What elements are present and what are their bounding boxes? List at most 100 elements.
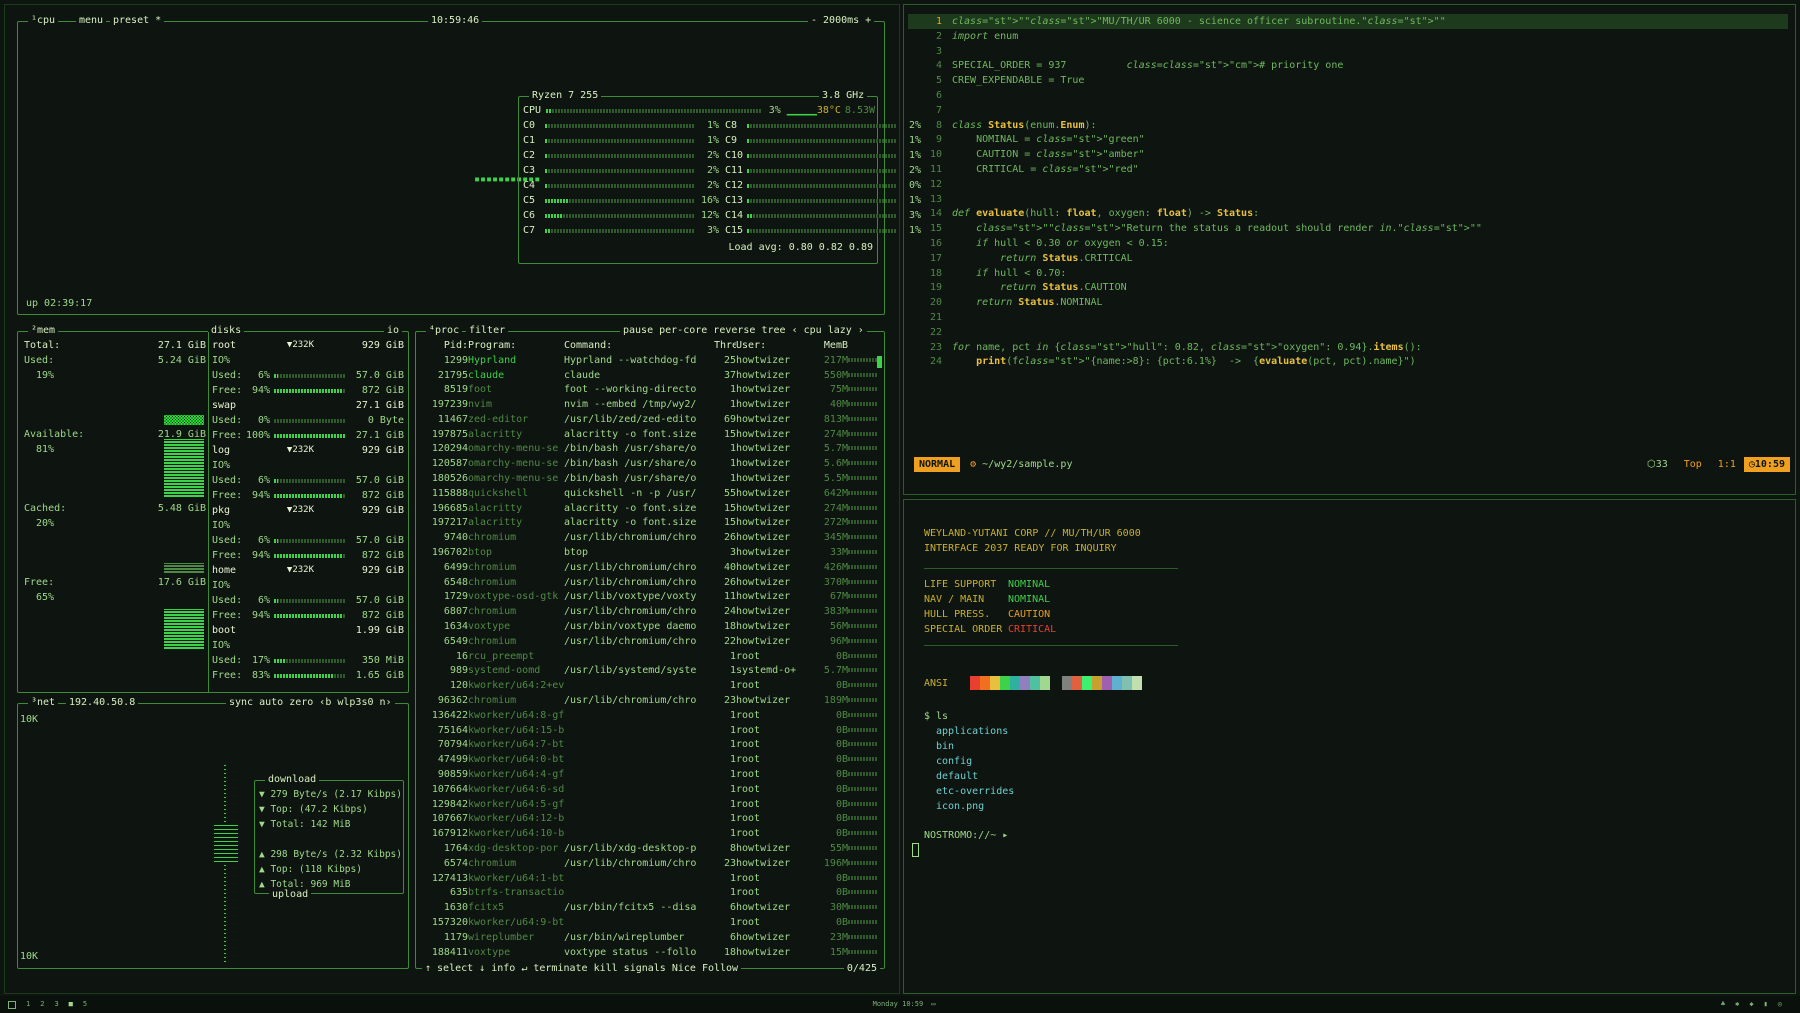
preset-button[interactable]: preset * [110, 14, 165, 28]
code-line[interactable]: 9 NOMINAL = class="st">"green" [908, 132, 1788, 147]
code-line[interactable]: 1 class="st">""class="st">"MU/TH/UR 6000 … [908, 14, 1788, 29]
proc-row[interactable]: 127413kworker/u64:1-bt1root0B0.0 [418, 871, 880, 886]
code-line[interactable]: 17 return Status.CRITICAL [908, 251, 1788, 266]
interval-control[interactable]: - 2000ms + [808, 14, 875, 28]
code-line[interactable]: 20 return Status.NOMINAL [908, 295, 1788, 310]
proc-row[interactable]: 115888 quickshell quickshell -n -p /usr/55… [418, 486, 880, 501]
code-line[interactable]: 2 import enum [908, 29, 1788, 44]
proc-row[interactable]: 75164kworker/u64:15-b1root0B0.0 [418, 723, 880, 738]
workspace-button[interactable]: ■ [69, 997, 73, 1012]
proc-row[interactable]: 120587 omarchy-menu-se/bin/bash /usr/shar… [418, 456, 880, 471]
disk-header[interactable]: boot 1.99 GiB [212, 623, 404, 638]
code-editor[interactable]: 1 class="st">""class="st">"MU/TH/UR 6000 … [908, 14, 1788, 369]
proc-row[interactable]: 6499 chromium/usr/lib/chromium/chro 40 howt… [418, 560, 880, 575]
workspace-button[interactable]: 3 [54, 997, 58, 1012]
proc-row[interactable]: 196685 alacritty alacritty -o font.size 15 h… [418, 501, 880, 516]
code-line[interactable]: 24 print(fclass="st">"{name:>8}: {pct:6.… [908, 354, 1788, 369]
proc-col-header[interactable]: User: [736, 338, 808, 353]
screen-icon[interactable]: ▭ [931, 997, 935, 1012]
code-line[interactable]: 14 def evaluate(hull: float, oxygen: floa… [908, 206, 1788, 221]
disk-header[interactable]: swap 27.1 GiB [212, 398, 404, 413]
proc-scrollbar[interactable] [877, 356, 882, 368]
proc-options[interactable]: pause per-core reverse tree ‹ cpu lazy › [620, 324, 867, 338]
proc-row[interactable]: 47499kworker/u64:0-bt1root0B0.0 [418, 752, 880, 767]
proc-row[interactable]: 70794kworker/u64:7-bt1root0B0.0 [418, 738, 880, 753]
code-line[interactable]: 18 if hull < 0.70: [908, 266, 1788, 281]
proc-row[interactable]: 1299 Hyprland Hyprland --watchdog-fd 25 howt… [418, 353, 880, 368]
code-line[interactable]: 21 [908, 310, 1788, 325]
proc-tab[interactable]: ⁴proc [426, 324, 463, 338]
code-line[interactable]: 6 [908, 88, 1788, 103]
proc-row[interactable]: 635btrfs-transactio1root0B0.0 [418, 885, 880, 900]
code-line[interactable]: 13 [908, 192, 1788, 207]
proc-row[interactable]: 136422kworker/u64:8-gf1root0B0.0 [418, 708, 880, 723]
proc-col-header[interactable]: MemB [808, 338, 848, 353]
code-line[interactable]: 5 CREW_EXPENDABLE = True [908, 73, 1788, 88]
terminal-pane[interactable]: WEYLAND-YUTANI CORP // MU/TH/UR 6000 INT… [903, 499, 1796, 994]
code-line[interactable]: 23 for name, pct in {class="st">"hull": 0… [908, 340, 1788, 355]
code-line[interactable]: 3 [908, 44, 1788, 59]
tray-icons[interactable]: ♣✱◆▮◎ [1721, 997, 1792, 1012]
disk-header[interactable]: root ▼232K 929 GiB [212, 338, 404, 353]
proc-row[interactable]: 120294 omarchy-menu-se/bin/bash /usr/shar… [418, 442, 880, 457]
disk-header[interactable]: pkg ▼232K 929 GiB [212, 503, 404, 518]
filter-button[interactable]: filter [466, 324, 509, 338]
proc-row[interactable]: 11467 zed-editor/usr/lib/zed/zed-edito 69 h… [418, 412, 880, 427]
proc-row[interactable]: 196702btopbtop3howtwizer33M0.0 [418, 545, 880, 560]
proc-row[interactable]: 157320kworker/u64:9-bt1root0B0.0 [418, 915, 880, 930]
net-options[interactable]: sync auto zero ‹b wlp3s0 n› [226, 696, 395, 710]
proc-row[interactable]: 989 systemd-oomd/usr/lib/systemd/syste 1 sy… [418, 664, 880, 679]
proc-row[interactable]: 6548 chromium/usr/lib/chromium/chro 26 howt… [418, 575, 880, 590]
cpu-tab[interactable]: ¹cpu [28, 14, 59, 28]
mem-tab[interactable]: ²mem [28, 324, 59, 338]
disk-header[interactable]: home ▼232K 929 GiB [212, 563, 404, 578]
workspace-button[interactable]: 5 [83, 997, 87, 1012]
proc-col-header[interactable]: Program: [468, 338, 564, 353]
proc-row[interactable]: 1634 voxtype/usr/bin/voxtype daemo 18 howtw… [418, 619, 880, 634]
proc-row[interactable]: 188411 voxtype voxtype status --follo 18 how… [418, 945, 880, 960]
proc-row[interactable]: 1630 fcitx5/usr/bin/fcitx5 --disa 6 howtwiz… [418, 900, 880, 915]
proc-col-header[interactable]: Threads: [714, 338, 736, 353]
proc-row[interactable]: 197217 alacritty alacritty -o font.size 15 h… [418, 516, 880, 531]
proc-row[interactable]: 180526 omarchy-menu-se/bin/bash /usr/shar… [418, 471, 880, 486]
proc-row[interactable]: 129842kworker/u64:5-gf1root0B0.0 [418, 797, 880, 812]
menu-button[interactable]: menu [76, 14, 107, 28]
proc-row[interactable]: 107667kworker/u64:12-b1root0B0.0 [418, 812, 880, 827]
proc-row[interactable]: 1729 voxtype-osd-gtk/usr/lib/voxtype/voxt… [418, 590, 880, 605]
code-line[interactable]: 4 SPECIAL_ORDER = 937 class=class="st">"c… [908, 58, 1788, 73]
proc-row[interactable]: 96362 chromium/usr/lib/chromium/chro 23 how… [418, 693, 880, 708]
code-line[interactable]: 16 if hull < 0.30 or oxygen < 0.15: [908, 236, 1788, 251]
proc-row[interactable]: 90859kworker/u64:4-gf1root0B0.0 [418, 767, 880, 782]
proc-row[interactable]: 8519 foot foot --working-directo 1 howtwizer… [418, 382, 880, 397]
taskbar-clock[interactable]: Monday 10:59 [873, 997, 924, 1012]
proc-row[interactable]: 167912kworker/u64:10-b1root0B0.0 [418, 826, 880, 841]
workspace-button[interactable]: 1 [26, 997, 30, 1012]
code-line[interactable]: 19 return Status.CAUTION [908, 280, 1788, 295]
proc-row[interactable]: 9740 chromium/usr/lib/chromium/chro 26 howt… [418, 530, 880, 545]
proc-row[interactable]: 21795claudeclaude37howtwizer550M0.3 [418, 368, 880, 383]
proc-row[interactable]: 1764 xdg-desktop-por/usr/lib/xdg-desktop-… [418, 841, 880, 856]
proc-row[interactable]: 6549 chromium/usr/lib/chromium/chro 22 howt… [418, 634, 880, 649]
disk-header[interactable]: log ▼232K 929 GiB [212, 443, 404, 458]
proc-row[interactable]: 6807 chromium/usr/lib/chromium/chro 24 howt… [418, 604, 880, 619]
proc-row[interactable]: 107664kworker/u64:6-sd1root0B0.0 [418, 782, 880, 797]
proc-row[interactable]: 120kworker/u64:2+ev1root0B0.0 [418, 678, 880, 693]
net-tab[interactable]: ³net [28, 696, 59, 710]
workspace-button[interactable]: 2 [40, 997, 44, 1012]
code-line[interactable]: 12 [908, 177, 1788, 192]
launcher-icon[interactable] [8, 1000, 16, 1009]
proc-row[interactable]: 197239 nvim nvim --embed /tmp/wy2/1 howtwiz… [418, 397, 880, 412]
code-line[interactable]: 22 [908, 325, 1788, 340]
proc-row[interactable]: 1179 wireplumber/usr/bin/wireplumber 6 howt… [418, 930, 880, 945]
code-line[interactable]: 10 CAUTION = class="st">"amber" [908, 147, 1788, 162]
proc-col-header[interactable]: Pid: [418, 338, 468, 353]
code-line[interactable]: 7 [908, 103, 1788, 118]
proc-col-header[interactable]: Command: [564, 338, 714, 353]
proc-row[interactable]: 6574 chromium/usr/lib/chromium/chro 23 howt… [418, 856, 880, 871]
code-line[interactable]: 8 class Status(enum.Enum): [908, 118, 1788, 133]
code-line[interactable]: 15 class="st">""class="st">"Return the s… [908, 221, 1788, 236]
proc-footer[interactable]: ↑ select ↓ info ↵ terminate kill signals… [422, 961, 742, 976]
code-line[interactable]: 11 CRITICAL = class="st">"red" [908, 162, 1788, 177]
proc-row[interactable]: 197875 alacritty alacritty -o font.size 15 h… [418, 427, 880, 442]
proc-row[interactable]: 16rcu_preempt1root0B0.0 [418, 649, 880, 664]
